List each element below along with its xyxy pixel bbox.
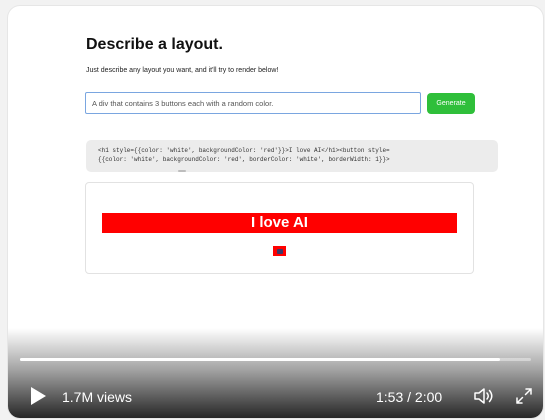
video-frame: Describe a layout. Just describe any lay… xyxy=(8,6,543,418)
progress-bar[interactable] xyxy=(20,358,531,361)
preview-button[interactable] xyxy=(272,245,287,257)
view-count: 1.7M views xyxy=(62,389,133,405)
button-content-icon xyxy=(276,248,283,254)
page-title: Describe a layout. xyxy=(86,36,223,53)
code-line-2: {{color: 'white', backgroundColor: 'red'… xyxy=(98,156,390,163)
preview-heading: I love AI xyxy=(102,213,457,233)
play-icon xyxy=(31,387,46,405)
code-scrollbar[interactable] xyxy=(178,170,186,172)
generate-button[interactable]: Generate xyxy=(427,93,475,114)
play-button[interactable] xyxy=(28,386,48,406)
volume-button[interactable] xyxy=(473,387,495,405)
progress-fill xyxy=(20,358,501,361)
volume-icon xyxy=(474,388,493,404)
time-display: 1:53 / 2:00 xyxy=(376,389,443,405)
code-line-1: <h1 style={{color: 'white', backgroundCo… xyxy=(98,147,390,154)
generated-code-block: <h1 style={{color: 'white', backgroundCo… xyxy=(86,140,498,172)
fullscreen-button[interactable] xyxy=(515,387,533,405)
render-preview: I love AI xyxy=(85,182,474,274)
page-subtitle: Just describe any layout you want, and i… xyxy=(86,67,279,74)
fullscreen-icon xyxy=(516,388,532,404)
layout-prompt-input[interactable] xyxy=(85,92,421,114)
